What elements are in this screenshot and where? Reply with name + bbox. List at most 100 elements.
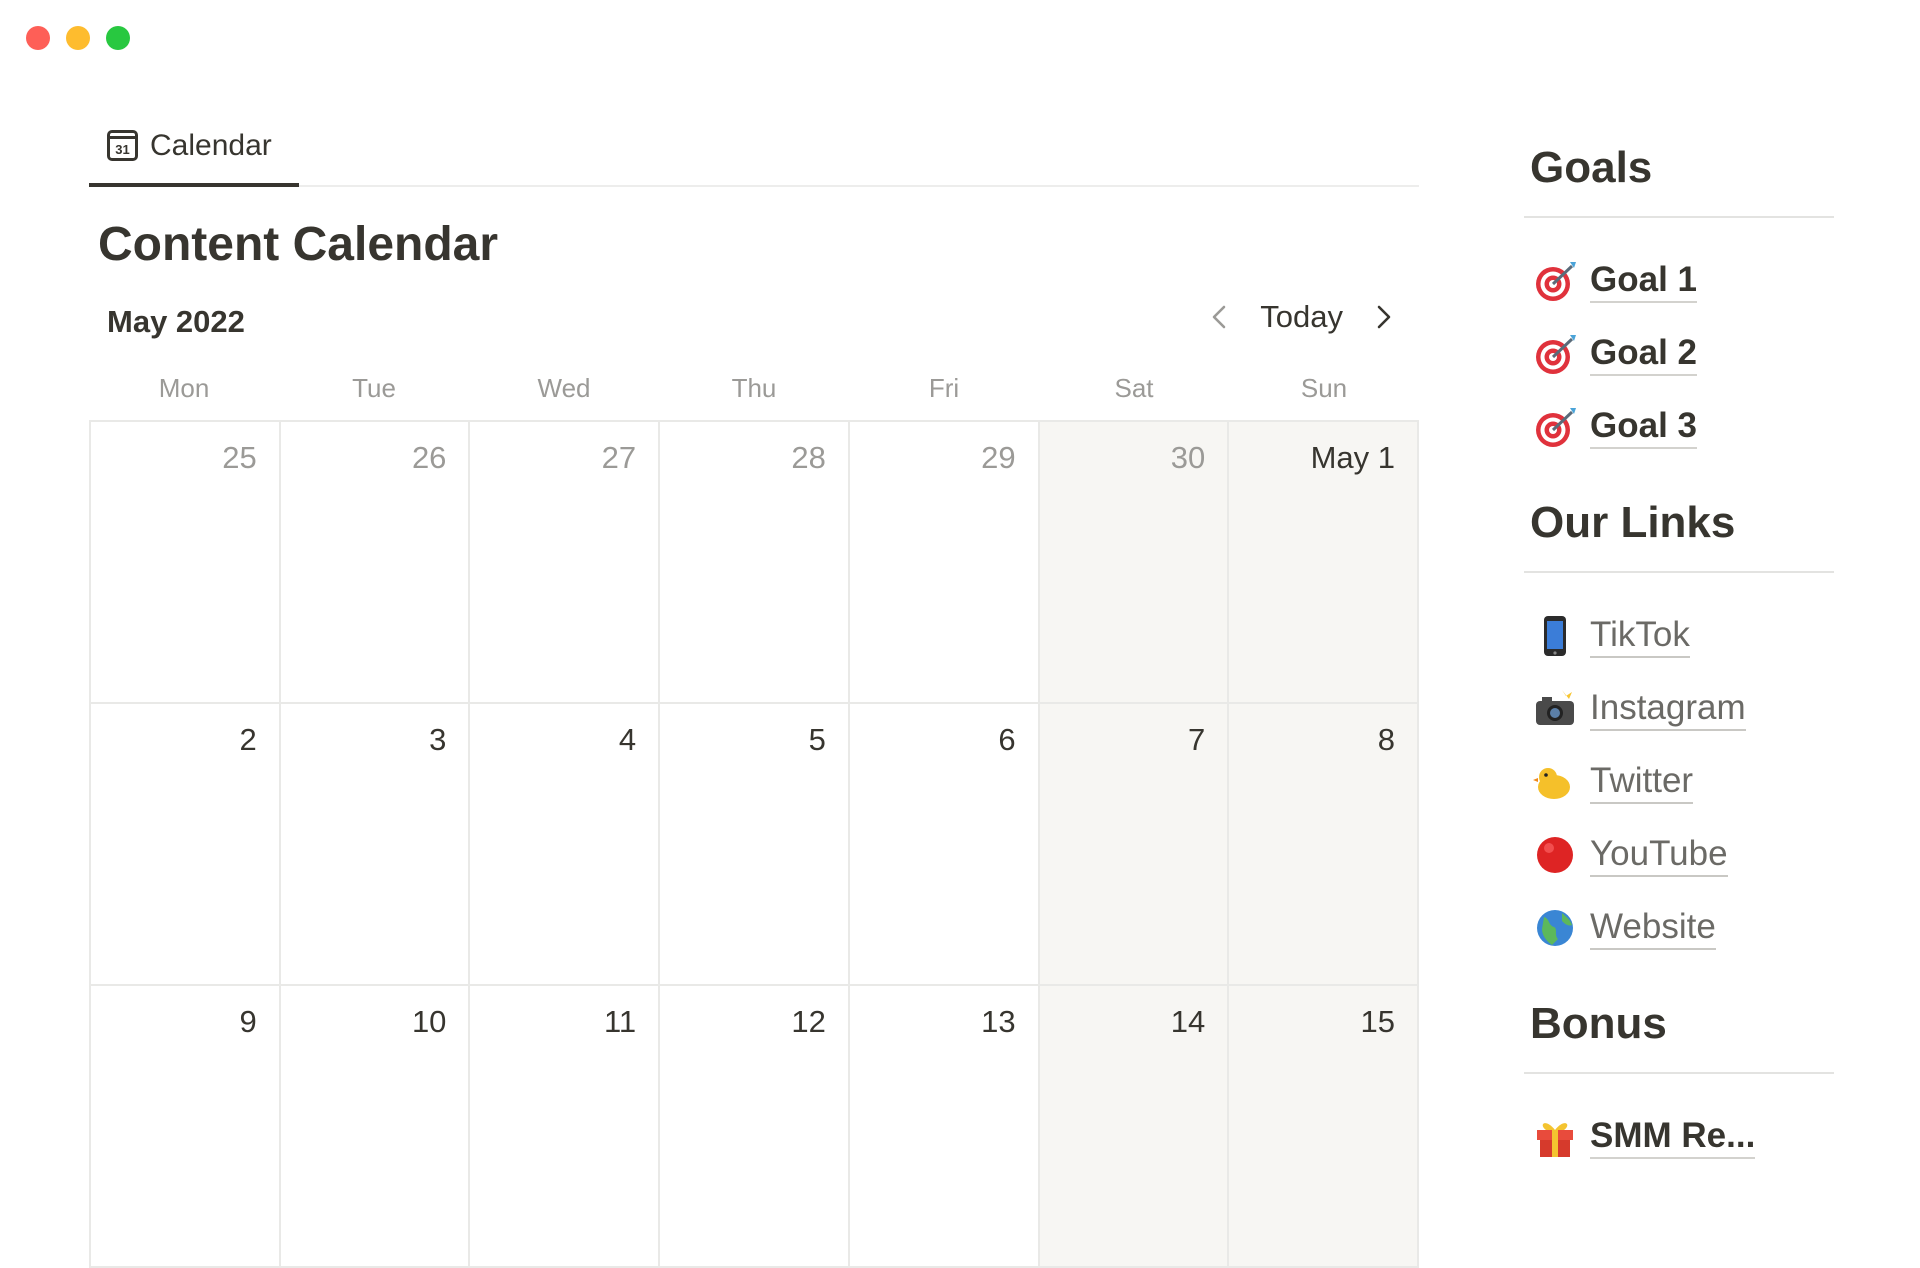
calendar-day-cell[interactable]: 10 (280, 986, 471, 1268)
day-number: 12 (791, 1004, 826, 1039)
link-item-label[interactable]: Twitter (1590, 760, 1694, 804)
month-label: May 2022 (107, 304, 245, 339)
day-number: 8 (1377, 722, 1395, 757)
link-item-label[interactable]: Instagram (1590, 687, 1746, 731)
link-item-website[interactable]: Website (1524, 891, 1834, 964)
weekday-sun: Sun (1300, 372, 1348, 403)
link-item-twitter[interactable]: Twitter (1524, 745, 1834, 818)
day-number: 30 (1170, 440, 1206, 475)
chevron-right-icon (1377, 305, 1391, 329)
weekday-mon: Mon (158, 372, 210, 403)
target-icon (1530, 329, 1580, 379)
day-number: 13 (981, 1004, 1016, 1039)
link-item-tiktok[interactable]: TikTok (1524, 599, 1834, 672)
target-icon (1530, 256, 1580, 306)
sidebar: Goals Goal 1 Goal 2 Goal 3 Our Links TikTo… (1524, 140, 1834, 1173)
calendar-day-cell[interactable]: 27 (470, 422, 661, 704)
calendar-nav: Today (1202, 299, 1401, 335)
calendar-day-cell[interactable]: 6 (849, 704, 1040, 986)
goal-item-label[interactable]: Goal 2 (1590, 332, 1697, 376)
calendar-day-cell[interactable]: 5 (660, 704, 850, 986)
today-button[interactable]: Today (1260, 299, 1343, 335)
calendar-day-cell[interactable]: 13 (849, 986, 1040, 1268)
chick-icon (1530, 757, 1580, 807)
goal-item-goal-2[interactable]: Goal 2 (1524, 317, 1834, 390)
window-controls (26, 26, 130, 50)
goal-item-goal-1[interactable]: Goal 1 (1524, 244, 1834, 317)
day-number: 6 (998, 722, 1016, 757)
phone-icon (1530, 611, 1580, 661)
calendar-day-cell[interactable]: 30 (1039, 422, 1230, 704)
bonus-item-label[interactable]: SMM Re... (1590, 1115, 1756, 1159)
day-number: 29 (981, 440, 1016, 475)
goal-item-goal-3[interactable]: Goal 3 (1524, 390, 1834, 463)
calendar-day-cell[interactable]: May 1 (1229, 422, 1419, 704)
link-item-label[interactable]: Website (1590, 906, 1716, 950)
next-month-button[interactable] (1367, 300, 1401, 334)
close-window-button[interactable] (26, 26, 50, 50)
day-number: 2 (239, 722, 257, 757)
calendar-day-cell[interactable]: 12 (660, 986, 850, 1268)
calendar-day-cell[interactable]: 3 (280, 704, 471, 986)
bonus-list: SMM Re... (1524, 1074, 1834, 1173)
bonus-item-smm-re[interactable]: SMM Re... (1524, 1100, 1834, 1173)
target-icon (1530, 402, 1580, 452)
goals-list: Goal 1 Goal 2 Goal 3 (1524, 218, 1834, 463)
calendar-day-cell[interactable]: 26 (280, 422, 471, 704)
day-number: 15 (1360, 1004, 1395, 1039)
tab-calendar-label: Calendar (150, 128, 272, 162)
calendar-day-cell[interactable]: 2 (91, 704, 281, 986)
links-heading: Our Links (1530, 498, 1736, 547)
bonus-heading: Bonus (1530, 999, 1667, 1048)
link-item-label[interactable]: TikTok (1590, 614, 1690, 658)
calendar-day-cell[interactable]: 29 (849, 422, 1040, 704)
view-tabbar: 31 Calendar (89, 108, 1419, 187)
red-circle-icon (1530, 830, 1580, 880)
weekday-wed: Wed (537, 372, 591, 403)
weekday-header: Mon Tue Wed Thu Fri Sat Sun (89, 356, 1419, 420)
link-item-label[interactable]: YouTube (1590, 833, 1728, 877)
previous-month-button[interactable] (1202, 300, 1236, 334)
links-list: TikTok Instagram Twitter YouTube Website (1524, 573, 1834, 964)
day-number: 3 (429, 722, 447, 757)
day-number: 5 (808, 722, 826, 757)
calendar-day-cell[interactable]: 9 (91, 986, 281, 1268)
calendar-day-cell[interactable]: 25 (91, 422, 281, 704)
goal-item-label[interactable]: Goal 1 (1590, 259, 1697, 303)
weekday-tue: Tue (352, 372, 396, 403)
calendar-day-cell[interactable]: 28 (660, 422, 850, 704)
calendar-day-cell[interactable]: 4 (470, 704, 661, 986)
calendar-day-cell[interactable]: 11 (470, 986, 661, 1268)
weekday-fri: Fri (928, 372, 960, 403)
calendar-day-cell[interactable]: 14 (1039, 986, 1230, 1268)
day-number: 10 (411, 1004, 447, 1039)
day-number: May 1 (1310, 440, 1395, 475)
day-number: 26 (411, 440, 447, 475)
weekday-sat: Sat (1114, 372, 1154, 403)
day-number: 9 (239, 1004, 257, 1039)
calendar-day-cell[interactable]: 8 (1229, 704, 1419, 986)
calendar-panel: 31 Calendar Content Calendar May 2022 To… (89, 108, 1419, 1268)
day-number: 27 (601, 440, 637, 475)
calendar-header: May 2022 Today (89, 294, 1419, 354)
link-item-instagram[interactable]: Instagram (1524, 672, 1834, 745)
day-number: 14 (1170, 1004, 1206, 1039)
goals-heading: Goals (1530, 143, 1653, 192)
day-number: 25 (222, 440, 257, 475)
gift-icon (1530, 1112, 1580, 1162)
chevron-left-icon (1212, 305, 1226, 329)
day-number: 28 (791, 440, 826, 475)
weekday-thu: Thu (731, 372, 777, 403)
tab-calendar[interactable]: 31 Calendar (89, 108, 299, 187)
calendar-day-cell[interactable]: 15 (1229, 986, 1419, 1268)
day-number: 11 (603, 1004, 637, 1039)
day-number: 7 (1188, 722, 1206, 757)
minimize-window-button[interactable] (66, 26, 90, 50)
globe-icon (1530, 903, 1580, 953)
camera-flash-icon (1530, 684, 1580, 734)
link-item-youtube[interactable]: YouTube (1524, 818, 1834, 891)
calendar-day-cell[interactable]: 7 (1039, 704, 1230, 986)
day-number: 4 (618, 722, 637, 757)
goal-item-label[interactable]: Goal 3 (1590, 405, 1697, 449)
zoom-window-button[interactable] (106, 26, 130, 50)
